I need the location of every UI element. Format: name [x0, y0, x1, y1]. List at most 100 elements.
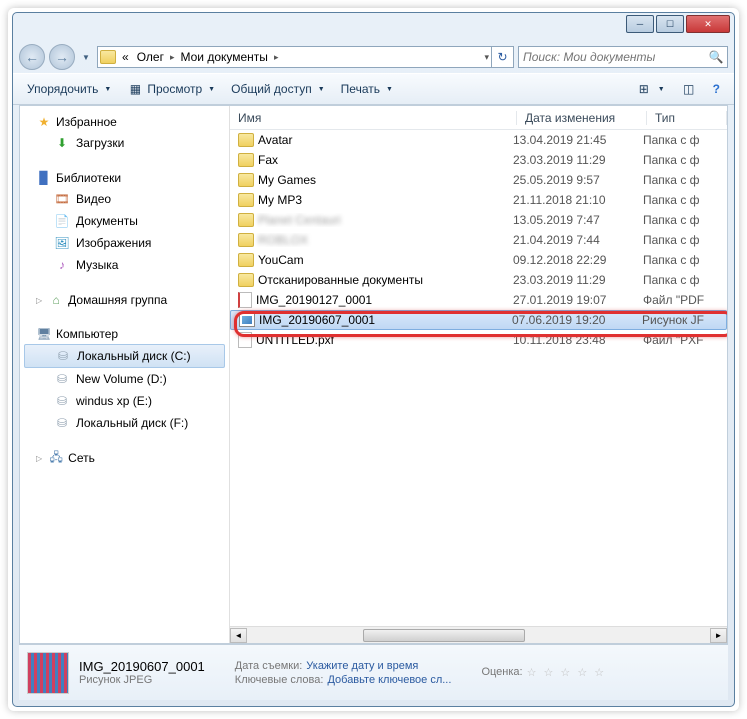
- refresh-button[interactable]: ↻: [491, 46, 513, 68]
- folder-icon: [238, 193, 254, 207]
- view-icon: ⊞: [636, 81, 652, 97]
- file-date: 09.12.2018 22:29: [513, 253, 643, 267]
- help-button[interactable]: ?: [705, 79, 728, 99]
- scroll-thumb[interactable]: [363, 629, 525, 642]
- file-date: 21.11.2018 21:10: [513, 193, 643, 207]
- nav-history-dropdown[interactable]: ▼: [79, 47, 93, 67]
- sidebar-disk-c[interactable]: ⛁Локальный диск (C:): [24, 344, 225, 368]
- scroll-right-button[interactable]: ►: [710, 628, 727, 643]
- file-date: 21.04.2019 7:44: [513, 233, 643, 247]
- file-name: UNTITLED.pxf: [256, 333, 334, 347]
- organize-button[interactable]: Упорядочить▼: [19, 79, 119, 99]
- column-name[interactable]: Имя: [230, 111, 517, 125]
- file-row[interactable]: Fax23.03.2019 11:29Папка с ф: [230, 150, 727, 170]
- horizontal-scrollbar[interactable]: ◄ ►: [230, 626, 727, 643]
- address-dropdown[interactable]: ▾: [482, 52, 491, 63]
- sidebar-music[interactable]: ♪Музыка: [20, 254, 229, 276]
- view-button[interactable]: ⊞▼: [628, 78, 673, 100]
- file-row[interactable]: IMG_20190127_000127.01.2019 19:07Файл "P…: [230, 290, 727, 310]
- sidebar-disk-d[interactable]: ⛁New Volume (D:): [20, 368, 229, 390]
- sidebar-images[interactable]: 🖼Изображения: [20, 232, 229, 254]
- preview-button[interactable]: ▦Просмотр▼: [119, 78, 223, 100]
- date-taken-value[interactable]: Укажите дату и время: [306, 660, 418, 672]
- pdf-icon: [238, 292, 252, 308]
- preview-pane-button[interactable]: ◫: [673, 78, 705, 100]
- rating-stars[interactable]: ☆ ☆ ☆ ☆ ☆: [527, 666, 607, 679]
- sidebar-computer[interactable]: 🖥Компьютер: [20, 324, 229, 344]
- star-icon: ★: [36, 114, 52, 130]
- file-row[interactable]: YouCam 09.12.2018 22:29Папка с ф: [230, 250, 727, 270]
- sidebar-downloads[interactable]: ⬇Загрузки: [20, 132, 229, 154]
- forward-button[interactable]: →: [49, 44, 75, 70]
- address-chevrons[interactable]: «: [118, 50, 133, 64]
- sidebar-network[interactable]: 🖧Сеть: [20, 448, 229, 468]
- folder-icon: [238, 173, 254, 187]
- music-icon: ♪: [54, 257, 70, 273]
- column-date[interactable]: Дата изменения: [517, 111, 647, 125]
- chevron-right-icon[interactable]: ▸: [168, 52, 177, 63]
- close-button[interactable]: ✕: [686, 15, 730, 33]
- img-icon: [239, 313, 255, 327]
- file-date: 23.03.2019 11:29: [513, 273, 643, 287]
- file-name: IMG_20190127_0001: [256, 293, 372, 307]
- keywords-value[interactable]: Добавьте ключевое сл...: [327, 674, 451, 686]
- disk-icon: ⛁: [54, 415, 70, 431]
- folder-icon: [238, 253, 254, 267]
- download-icon: ⬇: [54, 135, 70, 151]
- file-type: Папка с ф: [643, 273, 723, 287]
- address-seg-user[interactable]: Олег: [133, 50, 168, 64]
- file-row[interactable]: My MP321.11.2018 21:10Папка с ф: [230, 190, 727, 210]
- file-date: 23.03.2019 11:29: [513, 153, 643, 167]
- file-row[interactable]: My Games25.05.2019 9:57Папка с ф: [230, 170, 727, 190]
- preview-icon: ▦: [127, 81, 143, 97]
- file-date: 25.05.2019 9:57: [513, 173, 643, 187]
- file-list[interactable]: Avatar13.04.2019 21:45Папка с фFax23.03.…: [230, 130, 727, 626]
- file-row[interactable]: IMG_20190607_0001 07.06.2019 19:20Рисунок…: [230, 310, 727, 330]
- image-icon: 🖼: [54, 235, 70, 251]
- file-row[interactable]: ROBLOX21.04.2019 7:44Папка с ф: [230, 230, 727, 250]
- details-title: IMG_20190607_0001: [79, 659, 205, 674]
- file-name: IMG_20190607_0001: [259, 313, 375, 327]
- sidebar-documents[interactable]: 📄Документы: [20, 210, 229, 232]
- sidebar-video[interactable]: 🎞Видео: [20, 188, 229, 210]
- column-type[interactable]: Тип: [647, 111, 727, 125]
- file-icon: [238, 332, 252, 348]
- scroll-left-button[interactable]: ◄: [230, 628, 247, 643]
- search-input[interactable]: [519, 50, 705, 64]
- sidebar-favorites[interactable]: ★Избранное: [20, 112, 229, 132]
- pane-icon: ◫: [681, 81, 697, 97]
- file-row[interactable]: Planet Centauri13.05.2019 7:47Папка с ф: [230, 210, 727, 230]
- print-button[interactable]: Печать▼: [333, 79, 401, 99]
- address-bar[interactable]: « Олег ▸ Мои документы ▸ ▾ ↻: [97, 46, 514, 68]
- share-button[interactable]: Общий доступ▼: [223, 79, 333, 99]
- file-name: YouCam: [258, 253, 304, 267]
- file-row[interactable]: Отсканированные документы23.03.2019 11:2…: [230, 270, 727, 290]
- document-icon: 📄: [54, 213, 70, 229]
- file-row[interactable]: UNTITLED.pxf10.11.2018 23:48Файл "PXF: [230, 330, 727, 350]
- search-icon[interactable]: 🔍: [705, 50, 727, 64]
- file-type: Папка с ф: [643, 253, 723, 267]
- sidebar-disk-e[interactable]: ⛁windus xp (E:): [20, 390, 229, 412]
- sidebar: ★Избранное ⬇Загрузки ▉Библиотеки 🎞Видео …: [20, 106, 230, 643]
- keywords-label: Ключевые слова:: [235, 674, 324, 686]
- sidebar-disk-f[interactable]: ⛁Локальный диск (F:): [20, 412, 229, 434]
- file-type: Папка с ф: [643, 233, 723, 247]
- scroll-track[interactable]: [247, 628, 710, 643]
- file-date: 07.06.2019 19:20: [512, 313, 642, 327]
- rating-label: Оценка:: [481, 666, 522, 679]
- disk-icon: ⛁: [55, 348, 71, 364]
- file-name: My MP3: [258, 193, 302, 207]
- file-date: 13.05.2019 7:47: [513, 213, 643, 227]
- chevron-right-icon[interactable]: ▸: [272, 52, 281, 63]
- file-row[interactable]: Avatar13.04.2019 21:45Папка с ф: [230, 130, 727, 150]
- sidebar-homegroup[interactable]: ⌂Домашняя группа: [20, 290, 229, 310]
- sidebar-libraries[interactable]: ▉Библиотеки: [20, 168, 229, 188]
- minimize-button[interactable]: ─: [626, 15, 654, 33]
- back-button[interactable]: ←: [19, 44, 45, 70]
- file-pane: Имя Дата изменения Тип Avatar13.04.2019 …: [230, 106, 727, 643]
- file-date: 10.11.2018 23:48: [513, 333, 643, 347]
- search-box[interactable]: 🔍: [518, 46, 728, 68]
- maximize-button[interactable]: ☐: [656, 15, 684, 33]
- file-type: Рисунок JF: [642, 313, 722, 327]
- address-seg-folder[interactable]: Мои документы: [176, 50, 271, 64]
